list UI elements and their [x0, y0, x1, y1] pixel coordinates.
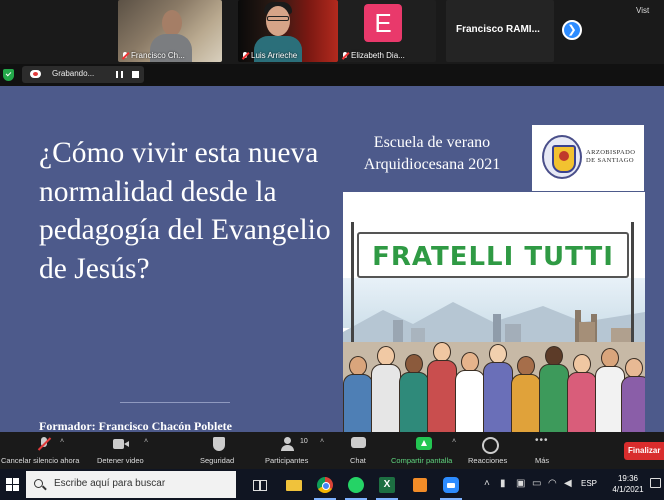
end-meeting-button[interactable]: Finalizar [624, 442, 664, 460]
clock-time: 19:36 [617, 474, 639, 483]
participant-video [162, 10, 182, 36]
participant-name: Francisco RAMI... [456, 24, 540, 35]
wifi-icon[interactable]: ◠ [548, 478, 557, 489]
volume-icon[interactable]: ◀ [564, 478, 572, 489]
more-button[interactable]: Más [528, 432, 558, 469]
taskbar-search[interactable]: Escribe aquí para buscar [26, 471, 236, 498]
muted-mic-icon [36, 437, 52, 451]
shared-slide: ¿Cómo vivir esta nueva normalidad desde … [0, 86, 664, 433]
notifications-icon[interactable] [650, 478, 661, 488]
chevron-up-icon[interactable]: ˄ [452, 438, 456, 445]
chevron-right-icon: ❯ [567, 24, 577, 36]
more-label: Más [535, 456, 550, 465]
coat-of-arms-icon [542, 135, 582, 179]
camera-icon[interactable]: ▣ [516, 478, 525, 489]
muted-mic-icon [122, 51, 128, 60]
language-indicator[interactable]: ESP [581, 479, 597, 488]
chat-label: Chat [350, 456, 366, 465]
school-title: Escuela de verano Arquidiocesana 2021 [363, 134, 501, 173]
participants-button[interactable]: 10 ˄ Participantes [262, 432, 336, 469]
share-screen-label: Compartir pantalla [391, 456, 453, 465]
more-icon [535, 435, 551, 451]
divider [120, 402, 230, 403]
media-player-icon[interactable] [409, 474, 431, 496]
fratelli-tutti-banner: FRATELLI TUTTI [357, 232, 629, 278]
participant-tile[interactable]: Luis Arrieche [238, 0, 338, 62]
zoom-meeting-window: Francisco Ch... Luis Arrieche E Elizabet… [0, 0, 664, 500]
reactions-button[interactable]: Reacciones [466, 432, 512, 469]
cloud-record-icon [30, 70, 41, 78]
whatsapp-icon[interactable] [345, 474, 367, 496]
muted-mic-icon [342, 51, 348, 60]
chevron-up-icon[interactable]: ˄ [60, 438, 64, 445]
participant-strip: Francisco Ch... Luis Arrieche E Elizabet… [0, 0, 664, 64]
next-participants-button[interactable]: ❯ [562, 20, 582, 40]
stop-icon[interactable] [132, 71, 139, 78]
avatar: E [364, 4, 402, 42]
task-view-icon[interactable] [248, 474, 270, 496]
chrome-icon[interactable] [314, 474, 336, 496]
participants-label: Participantes [265, 456, 309, 465]
recording-label: Grabando... [52, 69, 95, 78]
clock-date: 4/1/2021 [612, 485, 644, 494]
participant-name: Francisco Ch... [131, 51, 185, 60]
participant-tile[interactable]: E Elizabeth Dia... [338, 0, 436, 62]
recording-indicator: Grabando... [22, 66, 144, 83]
search-icon [34, 479, 43, 488]
view-button[interactable]: Vist [636, 6, 649, 15]
shield-icon [211, 437, 227, 451]
participant-tile[interactable]: Francisco Ch... [118, 0, 222, 62]
stop-video-label: Detener video [97, 456, 144, 465]
participants-icon [281, 437, 297, 451]
share-screen-icon [416, 437, 432, 451]
stop-video-button[interactable]: ˄ Detener video [92, 432, 156, 469]
pause-icon[interactable] [116, 71, 123, 78]
security-button[interactable]: Seguridad [196, 432, 246, 469]
participant-name: Elizabeth Dia... [351, 51, 405, 60]
chevron-up-icon[interactable]: ˄ [320, 438, 324, 445]
arzobispado-logo: ARZOBISPADO DE SANTIAGO [532, 125, 644, 191]
unmute-label: Cancelar silencio ahora [1, 456, 80, 465]
clock[interactable]: 19:36 4/1/2021 [608, 473, 648, 495]
microphone-icon[interactable]: ▮ [500, 478, 506, 489]
fratelli-tutti-poster: FRATELLI TUTTI [343, 192, 645, 432]
chat-button[interactable]: Chat [344, 432, 374, 469]
participants-count: 10 [300, 438, 308, 445]
security-label: Seguridad [200, 456, 235, 465]
search-placeholder: Escribe aquí para buscar [54, 478, 166, 489]
chevron-up-icon[interactable]: ˄ [144, 438, 148, 445]
share-screen-button[interactable]: ˄ Compartir pantalla [388, 432, 464, 469]
reactions-label: Reacciones [468, 456, 508, 465]
video-camera-icon [113, 437, 129, 451]
participant-tile[interactable]: Francisco RAMI... [446, 0, 554, 62]
crowd-illustration [343, 342, 645, 432]
windows-taskbar: Escribe aquí para buscar ˄ ▮ ▣ ▭ ◠ ◀ ESP… [0, 469, 664, 500]
meeting-toolbar: ˄ Cancelar silencio ahora ˄ Detener vide… [0, 432, 664, 469]
unmute-button[interactable]: ˄ Cancelar silencio ahora [0, 432, 90, 469]
participant-video [266, 6, 290, 36]
recording-bar: Grabando... [0, 64, 664, 86]
chat-icon [351, 437, 367, 451]
banner-text: FRATELLI TUTTI [372, 242, 614, 272]
file-explorer-icon[interactable] [283, 474, 305, 496]
participant-name: Luis Arrieche [251, 51, 298, 60]
windows-start-icon[interactable] [6, 478, 19, 491]
slide-question: ¿Cómo vivir esta nueva normalidad desde … [39, 137, 331, 285]
shield-icon[interactable] [3, 69, 14, 81]
battery-icon[interactable]: ▭ [532, 478, 541, 489]
chevron-up-icon[interactable]: ˄ [484, 478, 490, 489]
excel-icon[interactable] [376, 474, 398, 496]
muted-mic-icon [242, 51, 248, 60]
zoom-icon[interactable] [440, 474, 462, 496]
smiley-icon [481, 437, 499, 454]
